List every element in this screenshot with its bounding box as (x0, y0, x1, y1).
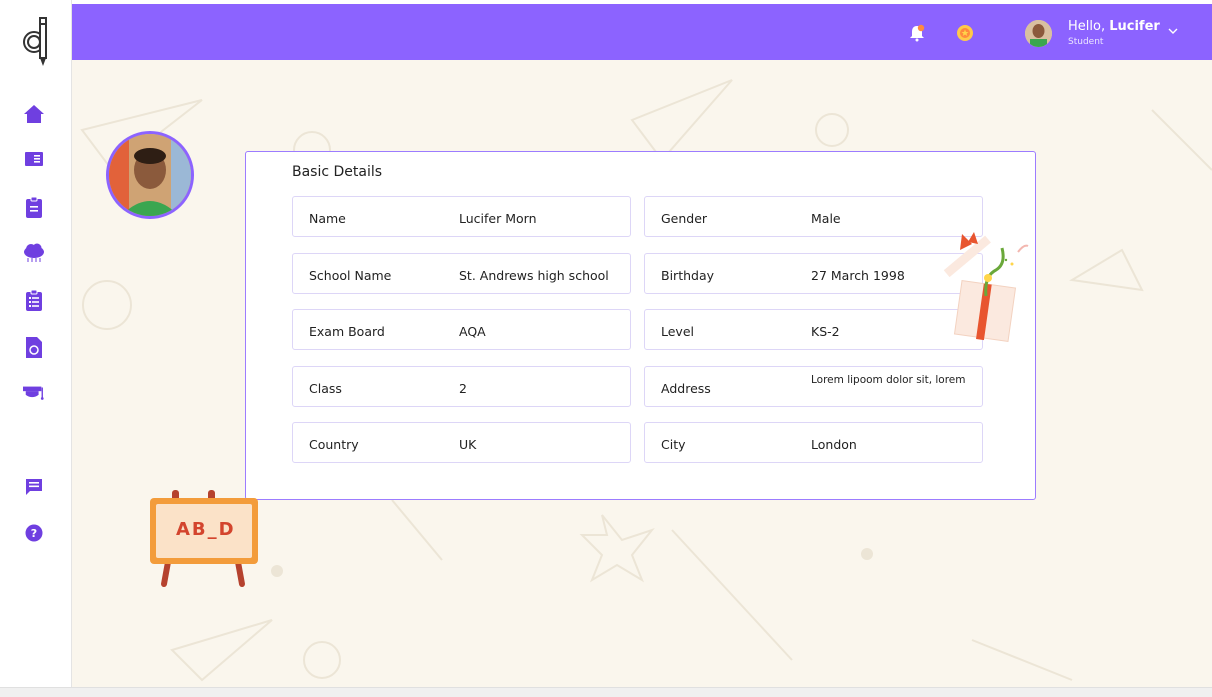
profile-image (109, 134, 191, 216)
card-title: Basic Details (292, 164, 383, 180)
sidebar-item-tasks[interactable] (23, 289, 45, 311)
easel-text: AB_D (176, 519, 236, 540)
field-label: Class (309, 381, 342, 396)
svg-text:?: ? (31, 527, 37, 540)
field-label: City (661, 437, 686, 452)
chat-icon (26, 479, 42, 495)
sidebar-item-courses[interactable] (23, 382, 45, 404)
cloud-rain-icon (24, 243, 44, 262)
field-value: Lucifer Morn (459, 211, 537, 226)
gift-box-illustration (943, 232, 1029, 343)
field-value: UK (459, 437, 477, 452)
chevron-down-icon[interactable] (1166, 24, 1180, 38)
field-label: Name (309, 211, 346, 226)
sidebar-item-clipboard[interactable] (23, 196, 45, 218)
field-value: Lorem lipoom dolor sit, lorem (811, 374, 966, 386)
field-label: Address (661, 381, 711, 396)
book-icon (25, 152, 43, 166)
sidebar-item-home[interactable] (23, 103, 45, 125)
field-birthday: Birthday 27 March 1998 (644, 253, 983, 294)
sidebar-item-messages[interactable] (23, 476, 45, 498)
document-icon (26, 336, 42, 358)
main-content: Basic Details Name Lucifer Morn Gender M… (72, 60, 1212, 687)
field-school-name: School Name St. Andrews high school (292, 253, 631, 294)
user-avatar[interactable] (1025, 20, 1052, 47)
field-exam-board: Exam Board AQA (292, 309, 631, 350)
badge-medal-icon[interactable] (956, 24, 974, 42)
field-label: Birthday (661, 268, 715, 283)
greeting: Hello, Lucifer (1068, 19, 1160, 34)
sidebar: ? (0, 0, 72, 697)
field-country: Country UK (292, 422, 631, 463)
field-name: Name Lucifer Morn (292, 196, 631, 237)
field-value: 27 March 1998 (811, 268, 905, 283)
checklist-icon (26, 289, 42, 311)
top-bar: Hello, Lucifer Student (72, 4, 1212, 60)
field-city: City London (644, 422, 983, 463)
greeting-text: Hello, (1068, 19, 1106, 34)
avatar-image (1025, 20, 1052, 47)
field-value: Male (811, 211, 841, 226)
home-icon (24, 105, 44, 123)
sidebar-item-report[interactable] (23, 336, 45, 358)
field-label: Country (309, 437, 359, 452)
help-icon: ? (25, 524, 43, 542)
sidebar-item-book[interactable] (23, 148, 45, 170)
field-class: Class 2 (292, 366, 631, 407)
field-label: Level (661, 324, 694, 339)
sidebar-item-weather[interactable] (23, 242, 45, 264)
field-label: School Name (309, 268, 392, 283)
clipboard-icon (26, 196, 42, 218)
user-name: Lucifer (1109, 19, 1160, 34)
field-value: KS-2 (811, 324, 840, 339)
field-value: AQA (459, 324, 486, 339)
field-level: Level KS-2 (644, 309, 983, 350)
field-value: St. Andrews high school (459, 268, 609, 283)
sidebar-item-help[interactable]: ? (23, 522, 45, 544)
field-address: Address Lorem lipoom dolor sit, lorem (644, 366, 983, 407)
notification-bell-icon[interactable] (908, 24, 926, 42)
field-gender: Gender Male (644, 196, 983, 237)
logo-icon[interactable] (22, 12, 50, 68)
field-label: Gender (661, 211, 708, 226)
basic-details-card: Basic Details Name Lucifer Morn Gender M… (245, 151, 1036, 500)
field-label: Exam Board (309, 324, 385, 339)
field-value: London (811, 437, 857, 452)
field-value: 2 (459, 381, 467, 396)
user-role: Student (1068, 37, 1104, 47)
bottom-strip (0, 687, 1212, 697)
profile-picture[interactable] (106, 131, 194, 219)
graduation-cap-icon (23, 386, 44, 400)
